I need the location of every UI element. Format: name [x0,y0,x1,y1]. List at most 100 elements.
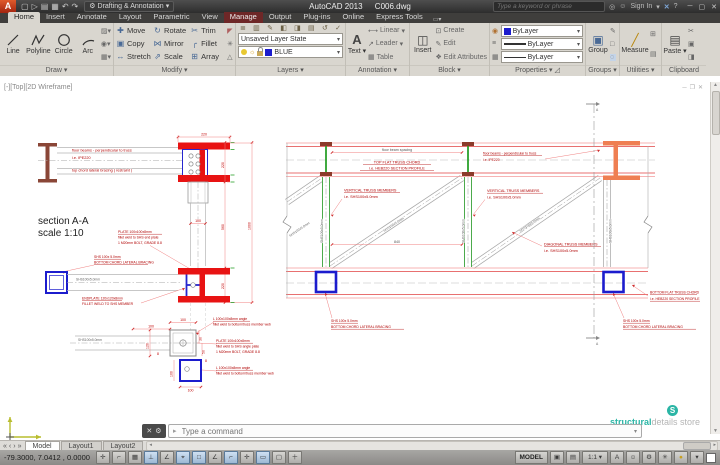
snap-toggle[interactable]: ⌐ [111,451,126,464]
tray-expand-icon[interactable]: ▾ [690,451,704,464]
stretch-button[interactable]: ↔ Stretch [116,52,151,61]
scroll-right-icon[interactable]: ▸ [713,442,716,448]
color-wheel-icon[interactable]: ◉ [492,27,499,35]
undo-icon[interactable]: ↶ [62,2,69,11]
ungroup-icon[interactable]: ✎ [610,27,616,35]
insert-button[interactable]: ◫ Insert [412,24,434,64]
block-create-button[interactable]: ⊡ Create [436,27,487,35]
exchange-icon[interactable]: ✕ [664,3,670,11]
maximize-icon[interactable]: ▢ [699,3,706,11]
copy-button[interactable]: ▣ Copy [116,39,151,48]
annotation-scale-button[interactable]: 1:1 ▾ [582,451,608,464]
3dosnap-toggle[interactable]: □ [191,451,206,464]
search-input[interactable] [493,1,606,12]
table-button[interactable]: ▦ Table [368,53,407,62]
panel-clipboard-label[interactable]: Clipboard [662,65,706,76]
horizontal-scroll-thumb[interactable] [683,442,711,450]
arc-button[interactable]: Arc [77,24,99,64]
text-button[interactable]: A Text ▾ [348,24,366,64]
trim-button[interactable]: ✂ Trim [190,26,225,35]
minimize-icon[interactable]: ─ [688,3,693,11]
copy-clip-icon[interactable]: ▣ [688,40,695,48]
model-space-button[interactable]: MODEL [514,451,548,464]
isolate-objects-icon[interactable]: ● [674,451,688,464]
rotate-button[interactable]: ↻ Rotate [153,26,188,35]
search-icon[interactable]: ◎ [609,3,615,11]
linear-dim-button[interactable]: ⟷ Linear ▾ [368,27,407,35]
otrack-toggle[interactable]: ∠ [207,451,222,464]
ellipse-tool-icon[interactable]: ◉▾ [101,40,111,48]
command-input[interactable] [179,425,631,437]
layer-freeze-icon[interactable]: ▤ [308,24,315,32]
next-tab-icon[interactable]: › [13,443,15,450]
customize-wrench-icon[interactable]: ⚙ [155,427,161,435]
prev-tab-icon[interactable]: ‹ [9,443,11,450]
layer-properties-icon[interactable]: ≣ [240,24,246,32]
layer-edit-icon[interactable]: ✎ [267,24,273,32]
drawing-canvas[interactable]: [-][Top][2D Wireframe] ─❐✕ floor beams -… [0,76,720,441]
panel-groups-label[interactable]: Groups ▾ [586,65,619,76]
group-select-icon[interactable]: ◌ [610,54,616,61]
transparency-toggle[interactable]: ▢ [271,451,286,464]
clean-screen-button[interactable] [706,452,716,463]
annotation-visibility-icon[interactable]: A [610,451,624,464]
tab-manage[interactable]: Manage [223,12,263,23]
lineweight-icon[interactable]: ≡ [492,40,499,47]
scroll-left-icon[interactable]: ◂ [149,442,152,448]
recent-commands-icon[interactable]: ▾ [634,428,637,435]
block-edit-button[interactable]: ✎ Edit [436,40,487,48]
open-icon[interactable]: ▷ [32,2,38,11]
paste-button[interactable]: ▤ Paste ▾ [663,24,686,64]
vertical-scrollbar[interactable]: ▲ ▼ [710,82,720,434]
tab-annotate[interactable]: Annotate [71,12,113,23]
tab-layout[interactable]: Layout [113,12,148,23]
plotstyle-icon[interactable]: ▦ [492,53,499,61]
fillet-button[interactable]: ╭ Fillet [190,39,225,48]
erase-icon[interactable]: ◤ [227,27,233,35]
tab-plugins[interactable]: Plug-ins [297,12,336,23]
layer-prev-icon[interactable]: ↺ [322,24,328,32]
layout-icon[interactable]: ▣ [550,451,564,464]
autoscale-icon[interactable]: ☺ [626,451,640,464]
close-icon[interactable]: ✕ [711,3,717,11]
panel-annotation-label[interactable]: Annotation ▾ [346,65,409,76]
group-button[interactable]: ▣ Group [588,24,608,64]
panel-properties-label[interactable]: Properties ▾ ◿ [490,65,585,76]
ducs-toggle[interactable]: ⌐ [223,451,238,464]
line-button[interactable]: Line [2,24,24,64]
lineweight-dropdown[interactable]: ByLayer ▾ [500,38,583,50]
panel-block-label[interactable]: Block ▾ [410,65,489,76]
explode-icon[interactable]: ✳ [227,40,233,48]
viewport-controls[interactable]: ─❐✕ [682,84,706,91]
panel-modify-label[interactable]: Modify ▾ [114,65,235,76]
layer-dropdown[interactable]: ☼ BLUE ▾ [238,46,343,58]
workspace-gear-icon[interactable]: ⚙ [642,451,656,464]
quick-calc-icon[interactable]: ⊞ [650,30,657,38]
command-line-grip[interactable]: ✕ ⚙ [142,424,166,438]
panel-draw-label[interactable]: Draw ▾ [0,65,113,76]
lwt-toggle[interactable]: ▭ [255,451,270,464]
osnap-toggle[interactable]: ⌖ [175,451,190,464]
tab-parametric[interactable]: Parametric [147,12,195,23]
mirror-button[interactable]: ⋈ Mirror [153,39,188,48]
tab-online[interactable]: Online [336,12,370,23]
panel-layers-label[interactable]: Layers ▾ [236,65,345,76]
hatch-tool-icon[interactable]: ▦▾ [101,53,111,61]
move-button[interactable]: ✚ Move [116,26,151,35]
quick-properties-toggle[interactable]: ＋ [287,451,302,464]
match-properties-icon[interactable]: ◨ [688,53,695,61]
infer-constraints-toggle[interactable]: ✛ [95,451,110,464]
measure-button[interactable]: ╱ Measure [621,24,648,64]
ortho-toggle[interactable]: ⊥ [143,451,158,464]
tab-express-tools[interactable]: Express Tools [370,12,429,23]
sign-in-button[interactable]: Sign In [630,3,652,10]
close-icon[interactable]: ✕ [146,427,152,435]
viewport-label[interactable]: [-][Top][2D Wireframe] [4,84,72,91]
layer-on-icon[interactable]: ✓ [335,24,341,32]
scroll-up-icon[interactable]: ▲ [713,82,718,88]
ribbon-minimize-icon[interactable]: ▭▾ [433,16,442,23]
linetype-dropdown[interactable]: ByLayer ▾ [500,51,583,63]
id-point-icon[interactable]: ▤ [650,50,657,58]
redo-icon[interactable]: ↷ [72,2,79,11]
offset-icon[interactable]: △ [227,53,233,61]
